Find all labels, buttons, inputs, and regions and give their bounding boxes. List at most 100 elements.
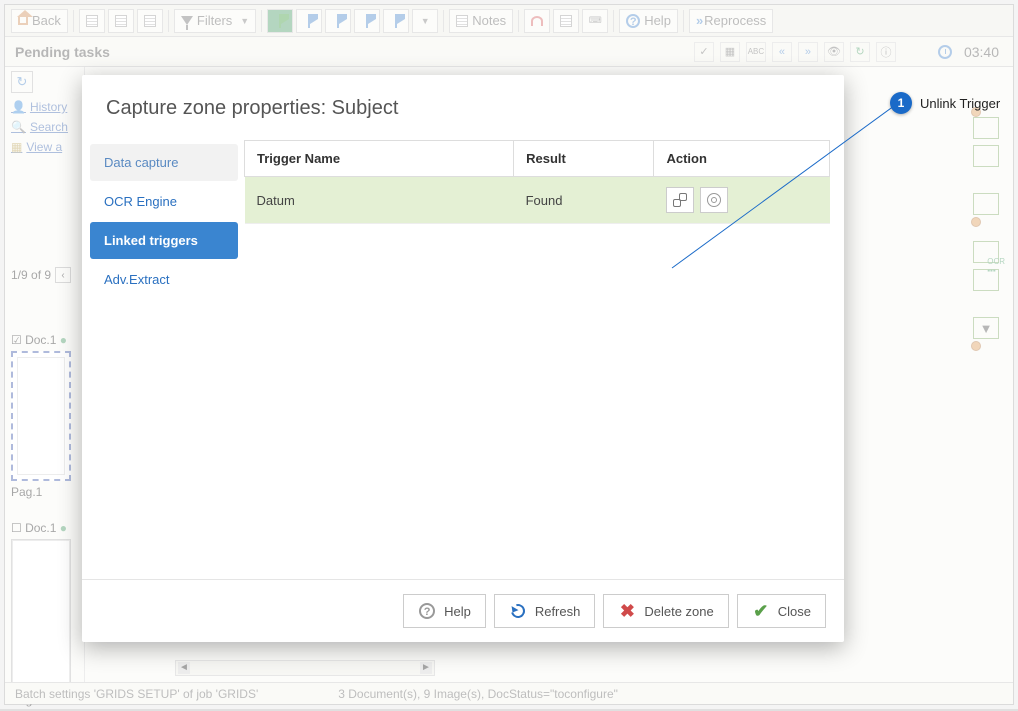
status-left: Batch settings 'GRIDS SETUP' of job 'GRI… <box>15 687 258 701</box>
notes-button[interactable]: Notes <box>449 9 513 33</box>
nav-ocr-engine[interactable]: OCR Engine <box>90 183 238 220</box>
refresh-icon <box>508 601 527 620</box>
modal-refresh-button[interactable]: Refresh <box>494 594 596 628</box>
help-button[interactable]: ?Help <box>619 9 678 33</box>
flag1-button[interactable] <box>267 9 293 33</box>
settings-trigger-button[interactable] <box>700 187 728 213</box>
flag-blue4-icon <box>395 14 397 28</box>
mini-dropdown[interactable]: ▼ <box>973 317 999 339</box>
reprocess-button[interactable]: »Reprocess <box>689 9 773 33</box>
filters-button[interactable]: Filters ▼ <box>174 9 256 33</box>
flag4-button[interactable] <box>354 9 380 33</box>
sidebar-refresh-button[interactable]: ↻ <box>11 71 33 93</box>
sub-icon-eye[interactable]: 👁 <box>824 42 844 62</box>
sub-icon-info[interactable]: ⓘ <box>876 42 896 62</box>
flag2-button[interactable] <box>296 9 322 33</box>
th-action: Action <box>654 141 830 177</box>
triggers-table: Trigger Name Result Action Datum Found <box>244 140 830 224</box>
sub-icon-abc[interactable]: ABC <box>746 42 766 62</box>
callout-badge: 1 <box>890 92 912 114</box>
mini-btn-2[interactable] <box>973 145 999 167</box>
clock-icon <box>938 45 952 59</box>
back-button[interactable]: Back <box>11 9 68 33</box>
tool2-button[interactable] <box>553 9 579 33</box>
sidebar-history[interactable]: 👤History <box>5 97 84 117</box>
filters-label: Filters <box>197 13 232 28</box>
main-toolbar: Back Filters ▼ ▼ Notes ⌨ ?Help »Reprocess <box>5 5 1013 37</box>
magnet-icon <box>531 16 543 26</box>
filter-icon <box>181 16 193 25</box>
layout-icon-button[interactable] <box>137 9 163 33</box>
keyboard-icon: ⌨ <box>589 15 602 26</box>
pager-text: 1/9 of 9 <box>11 268 51 282</box>
status-bar: Batch settings 'GRIDS SETUP' of job 'GRI… <box>5 682 1013 704</box>
sub-icon-2[interactable]: ▦ <box>720 42 740 62</box>
doc1-thumbnail[interactable] <box>11 351 71 481</box>
callout-1: 1 Unlink Trigger <box>890 92 1000 114</box>
dropdown-button[interactable]: ▼ <box>412 9 438 33</box>
grid-icon-button[interactable] <box>79 9 105 33</box>
sub-icon-refresh[interactable]: ↻ <box>850 42 870 62</box>
unlink-icon <box>673 193 687 207</box>
gear-icon <box>707 193 721 207</box>
tool3-button[interactable]: ⌨ <box>582 9 608 33</box>
cell-trigger-name: Datum <box>245 177 514 224</box>
unlink-trigger-button[interactable] <box>666 187 694 213</box>
modal-nav: Data capture OCR Engine Linked triggers … <box>90 140 238 579</box>
cell-action <box>654 177 830 224</box>
list-icon <box>115 15 127 27</box>
pending-tasks-label: Pending tasks <box>5 44 120 60</box>
view-icon: ▦ <box>11 140 22 154</box>
mini-btn-3[interactable] <box>973 193 999 215</box>
flag-blue2-icon <box>337 14 339 28</box>
magnet-button[interactable] <box>524 9 550 33</box>
pager: 1/9 of 9 ‹ <box>11 267 71 283</box>
nav-adv-extract[interactable]: Adv.Extract <box>90 261 238 298</box>
modal-delete-label: Delete zone <box>644 604 713 619</box>
flag5-button[interactable] <box>383 9 409 33</box>
search-icon: 🔍 <box>11 120 26 134</box>
doc1b-label: ☐ Doc.1 ● <box>11 517 79 539</box>
double-chevron-icon: » <box>696 13 700 28</box>
home-icon <box>18 17 28 25</box>
notes-icon <box>456 15 468 27</box>
flag-blue3-icon <box>366 14 368 28</box>
sidebar-viewall[interactable]: ▦View a <box>5 137 84 157</box>
layout-icon <box>144 15 156 27</box>
flag-green-icon <box>279 14 281 28</box>
sub-toolbar: Pending tasks ✓ ▦ ABC « » 👁 ↻ ⓘ 03:40 <box>5 37 1013 67</box>
sub-icon-prev[interactable]: « <box>772 42 792 62</box>
nav-linked-triggers[interactable]: Linked triggers <box>90 222 238 259</box>
horizontal-scrollbar[interactable]: ◄ ► <box>175 660 435 676</box>
status-right: 3 Document(s), 9 Image(s), DocStatus="to… <box>338 687 618 701</box>
delete-icon: ✖ <box>618 602 636 620</box>
list-icon-button[interactable] <box>108 9 134 33</box>
th-trigger-name: Trigger Name <box>245 141 514 177</box>
tool2-icon <box>560 15 572 27</box>
chevron-down-icon: ▼ <box>421 16 430 26</box>
status-dot-2 <box>971 217 981 227</box>
notes-label: Notes <box>472 13 506 28</box>
help-icon: ? <box>419 603 435 619</box>
flag3-button[interactable] <box>325 9 351 33</box>
pager-prev[interactable]: ‹ <box>55 267 71 283</box>
pag1-label: Pag.1 <box>11 481 79 503</box>
person-icon: 👤 <box>11 100 26 114</box>
flag-blue-icon <box>308 14 310 28</box>
sidebar-search[interactable]: 🔍Search <box>5 117 84 137</box>
modal-help-button[interactable]: ?Help <box>403 594 486 628</box>
help-label: Help <box>644 13 671 28</box>
ocr-indicator: OCR▪▪▪ <box>987 257 1005 275</box>
table-row: Datum Found <box>245 177 830 224</box>
cell-result: Found <box>514 177 654 224</box>
th-result: Result <box>514 141 654 177</box>
time-display: 03:40 <box>958 44 1005 60</box>
nav-data-capture[interactable]: Data capture <box>90 144 238 181</box>
mini-btn-1[interactable] <box>973 117 999 139</box>
modal-close-button[interactable]: ✔Close <box>737 594 826 628</box>
doc1b-thumbnail[interactable] <box>11 539 71 689</box>
chevron-down-icon: ▼ <box>240 16 249 26</box>
sub-icon-next[interactable]: » <box>798 42 818 62</box>
sub-icon-1[interactable]: ✓ <box>694 42 714 62</box>
modal-delete-button[interactable]: ✖ Delete zone <box>603 594 728 628</box>
